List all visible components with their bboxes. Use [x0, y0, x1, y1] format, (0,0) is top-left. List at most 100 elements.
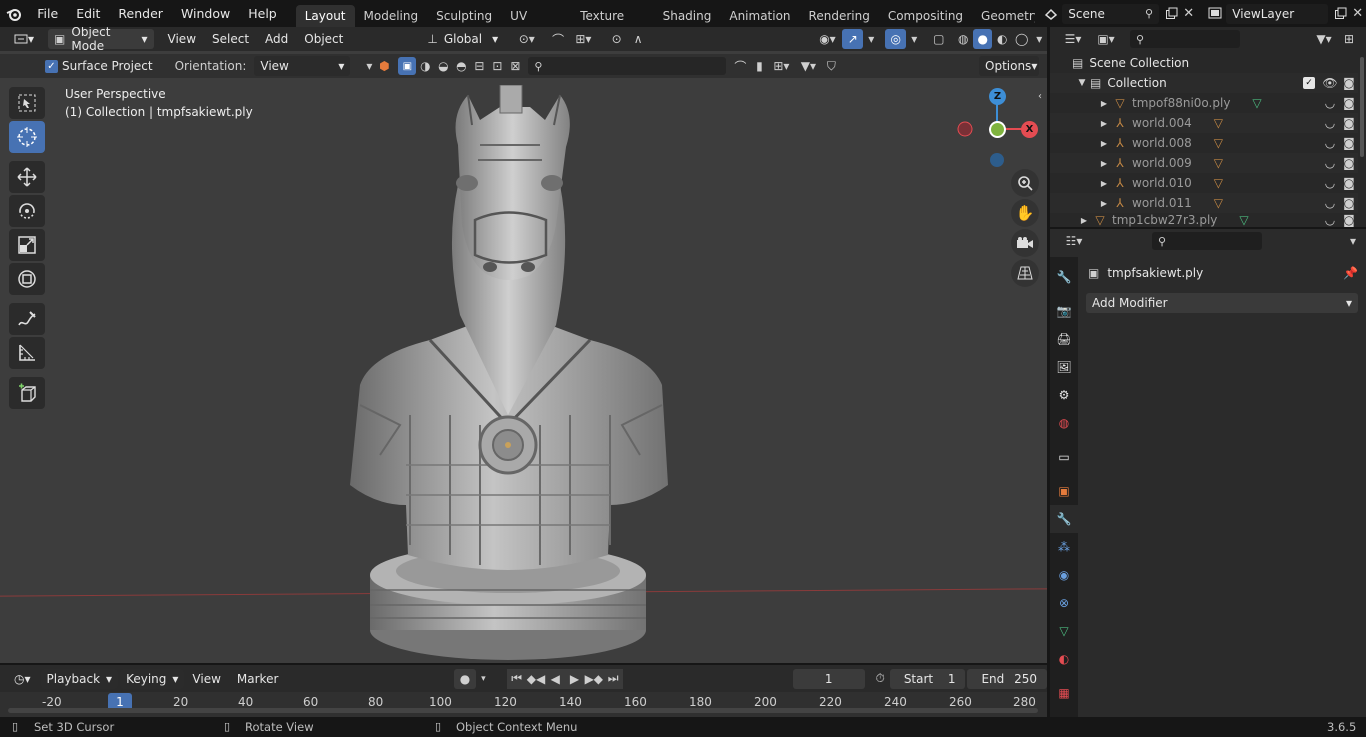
outliner-editor-type-icon[interactable]: ☰▾	[1060, 32, 1086, 46]
measure-tool[interactable]	[9, 337, 45, 369]
axis-x-button[interactable]: X	[1021, 121, 1038, 138]
output-tab-icon[interactable]: 🖨	[1050, 325, 1078, 353]
workspace-tab-rendering[interactable]: Rendering	[800, 5, 879, 27]
render-tab-icon[interactable]: 📷	[1050, 297, 1078, 325]
pan-hand-icon[interactable]: ✋	[1011, 199, 1039, 227]
shading-type-icon-6[interactable]: ⊠	[506, 59, 524, 73]
viewport-menu-view[interactable]: View	[160, 32, 204, 46]
transform-orientation-dropdown[interactable]: ⊥ Global ▾	[421, 29, 504, 49]
viewport-menu-select[interactable]: Select	[204, 32, 257, 46]
menu-file[interactable]: File	[28, 0, 67, 27]
3d-viewport[interactable]: ▾ ▣ Object Mode ▾ View Select Add Object…	[0, 27, 1047, 663]
gizmo-toggle-icon[interactable]: ↗	[842, 29, 864, 49]
timeline-menu-marker[interactable]: Marker	[229, 672, 286, 686]
object-mode-dropdown[interactable]: ▣ Object Mode ▾	[48, 27, 154, 53]
pin-icon[interactable]: 📌	[1343, 266, 1358, 280]
expand-arrow-icon[interactable]: ▶	[1076, 216, 1092, 225]
axis-y-button[interactable]: Y	[989, 121, 1006, 138]
menu-render[interactable]: Render	[109, 0, 172, 27]
workspace-tab-geometry-nodes[interactable]: Geometry Noc	[972, 5, 1035, 27]
eye-closed-icon[interactable]: ◡	[1320, 136, 1340, 150]
wireframe-shading-icon[interactable]: ◍	[953, 32, 972, 46]
expand-arrow-icon[interactable]: ▶	[1096, 139, 1112, 148]
zoom-icon[interactable]	[1011, 169, 1039, 197]
camera-render-icon[interactable]: ◙	[1340, 196, 1358, 210]
collection-row[interactable]: ▼ ▤ Collection ✓ 👁 ◙	[1050, 73, 1358, 93]
workspace-tab-sculpting[interactable]: Sculpting	[427, 5, 501, 27]
pivot-point-icon[interactable]: ⊙▾	[512, 32, 541, 46]
expand-arrow-icon[interactable]: ▶	[1096, 99, 1112, 108]
sidebar-toggle-icon[interactable]: ‹	[1038, 91, 1042, 102]
prev-keyframe-icon[interactable]: ◆◀	[526, 668, 546, 689]
shading-dropdown-icon[interactable]: ▾	[1031, 32, 1047, 46]
eye-closed-icon[interactable]: ◡	[1320, 176, 1340, 190]
workspace-tab-texture-paint[interactable]: Texture Paint	[571, 5, 653, 45]
filter-dropdown-icon[interactable]: ▼▾	[794, 59, 822, 73]
select-box-tool[interactable]	[9, 87, 45, 119]
camera-render-icon[interactable]: ◙	[1340, 213, 1358, 227]
outliner-item-row[interactable]: ▶ ⅄ world.004 ▽ ◡ ◙	[1050, 113, 1358, 133]
eye-closed-icon[interactable]: ◡	[1320, 116, 1340, 130]
pin-icon[interactable]: ⚲	[1145, 7, 1153, 20]
shading-type-icon-2[interactable]: ◒	[434, 59, 452, 73]
object-tab-icon[interactable]: ▣	[1050, 477, 1078, 505]
expand-arrow-icon[interactable]: ▶	[1096, 119, 1112, 128]
shading-type-icon-3[interactable]: ◓	[452, 59, 470, 73]
workspace-tab-modeling[interactable]: Modeling	[355, 5, 428, 27]
cursor-tool[interactable]	[9, 121, 45, 153]
outliner-item-row[interactable]: ▶ ⅄ world.011 ▽ ◡ ◙	[1050, 193, 1358, 213]
eye-icon[interactable]: 👁	[1320, 76, 1340, 90]
collection-checkbox[interactable]: ✓	[1303, 77, 1315, 89]
workspace-tab-shading[interactable]: Shading	[654, 5, 721, 27]
eye-closed-icon[interactable]: ◡	[1320, 196, 1340, 210]
timeline-editor-type-icon[interactable]: ◷▾	[8, 669, 37, 689]
end-frame-field[interactable]: End 250	[967, 668, 1047, 689]
texture-tab-icon[interactable]: ▦	[1050, 679, 1078, 707]
orientation-dropdown[interactable]: View ▾	[254, 56, 351, 76]
menu-window[interactable]: Window	[172, 0, 239, 27]
solid-shading-icon[interactable]: ●	[972, 29, 993, 49]
cursor-to-selected-icon[interactable]: ▣	[398, 57, 417, 75]
view-layer-field[interactable]: ViewLayer	[1226, 3, 1329, 24]
timeline-menu-view[interactable]: View	[184, 672, 228, 686]
overlay-toggle-icon[interactable]: ◎	[885, 29, 907, 49]
outliner-item-row[interactable]: ▶ ▽ tmpof88ni0o.ply ▽ ◡ ◙	[1050, 93, 1358, 113]
physics-tab-icon[interactable]: ◉	[1050, 561, 1078, 589]
camera-render-icon[interactable]: ◙	[1340, 96, 1358, 110]
shield-icon[interactable]: ⛉	[822, 59, 840, 74]
timeline-ruler[interactable]: -20 1 20 40 60 80 100 120 140 160 180 20…	[0, 692, 1047, 717]
modifier-tab-icon[interactable]: 🔧	[1050, 505, 1078, 533]
scale-tool[interactable]	[9, 229, 45, 261]
camera-render-icon[interactable]: ◙	[1340, 116, 1358, 130]
annotate-tool[interactable]	[9, 303, 45, 335]
scene-field[interactable]: Scene ⚲	[1062, 3, 1160, 24]
scene-selector-icon[interactable]	[1039, 4, 1062, 24]
rotate-tool[interactable]	[9, 195, 45, 227]
expand-arrow-icon[interactable]: ▶	[1096, 159, 1112, 168]
collection-tab-icon[interactable]: ▭	[1050, 443, 1078, 471]
play-reverse-icon[interactable]: ◀	[545, 668, 565, 689]
jump-end-icon[interactable]: ⏭	[603, 668, 623, 689]
editor-type-button[interactable]: ▾	[8, 29, 40, 49]
workspace-tab-layout[interactable]: Layout	[295, 4, 355, 27]
workspace-tab-animation[interactable]: Animation	[720, 5, 799, 27]
add-cube-tool[interactable]	[9, 377, 45, 409]
visibility-icon[interactable]: ◉▾	[813, 32, 842, 46]
proportional-edit-icon[interactable]: ⊙	[606, 32, 627, 46]
navigation-gizmo[interactable]: Z X Y	[948, 85, 1044, 171]
keying-dropdown[interactable]: Keying ▾	[120, 668, 185, 689]
start-frame-field[interactable]: Start 1	[889, 668, 966, 689]
outliner-scrollbar[interactable]	[1360, 57, 1364, 157]
timer-icon[interactable]: ⏱	[871, 671, 890, 686]
properties-editor-type-icon[interactable]: ☷▾	[1060, 234, 1088, 248]
eye-closed-icon[interactable]: ◡	[1320, 213, 1340, 227]
move-tool[interactable]	[9, 161, 45, 193]
transform-tool[interactable]	[9, 263, 45, 295]
material-shading-icon[interactable]: ◐	[992, 32, 1011, 46]
object-type-filter-icon[interactable]: ⬢	[376, 59, 392, 73]
material-tab-icon[interactable]: ◐	[1050, 645, 1078, 673]
menu-help[interactable]: Help	[239, 0, 286, 27]
outliner-item-row[interactable]: ▶ ⅄ world.009 ▽ ◡ ◙	[1050, 153, 1358, 173]
eye-closed-icon[interactable]: ◡	[1320, 156, 1340, 170]
shading-type-icon-5[interactable]: ⊡	[488, 59, 506, 73]
